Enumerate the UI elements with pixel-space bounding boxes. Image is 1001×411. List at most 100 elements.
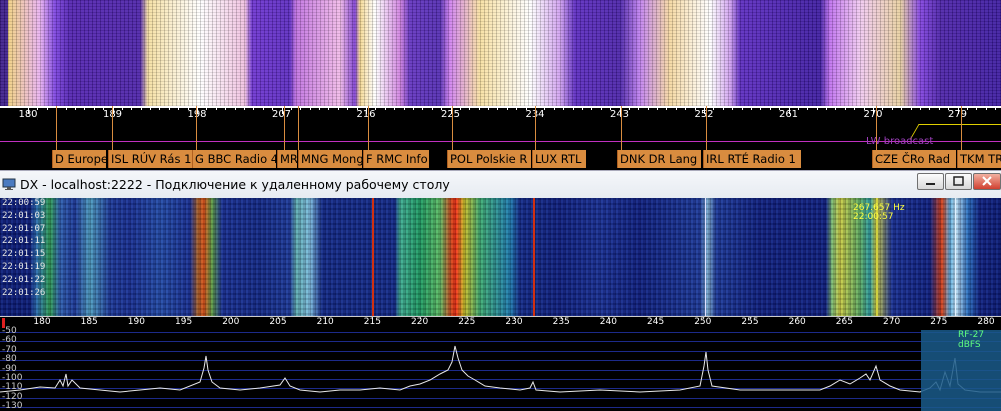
scale-minor-tick	[422, 106, 424, 110]
scale-tick-label: 279	[947, 109, 968, 120]
station-tag[interactable]: D Europe	[52, 150, 106, 168]
carrier-line	[705, 198, 706, 316]
scale-tick-label: 255	[741, 317, 759, 327]
scale-minor-tick	[328, 106, 330, 110]
top-waterfall[interactable]	[0, 0, 1001, 106]
scale-minor-tick	[722, 106, 724, 110]
remote-desktop-icon	[2, 178, 16, 190]
timestamp-label: 22:01:26	[2, 287, 46, 298]
scale-minor-tick	[685, 106, 687, 110]
scale-minor-tick	[741, 106, 743, 110]
scale-minor-tick	[816, 106, 818, 110]
scale-minor-tick	[497, 106, 499, 110]
station-marker-line	[368, 106, 369, 150]
scale-minor-tick	[901, 106, 903, 110]
minimize-button[interactable]	[917, 173, 944, 190]
station-tag[interactable]: ISL RÚV Rás 1	[108, 150, 192, 168]
db-label: -130	[2, 401, 23, 411]
scale-tick-label: 225	[458, 317, 476, 327]
scale-minor-tick	[544, 106, 546, 110]
scale-minor-tick	[403, 106, 405, 110]
scale-minor-tick	[929, 106, 931, 110]
scale-minor-tick	[506, 106, 508, 110]
station-marker-line	[112, 106, 113, 150]
lw-band-marker	[0, 141, 1001, 142]
station-tag[interactable]: MNG Mong	[298, 150, 362, 168]
scale-minor-tick	[74, 106, 76, 110]
spectrum-plot[interactable]	[0, 330, 1001, 411]
carrier-line	[533, 198, 535, 316]
scale-minor-tick	[647, 106, 649, 110]
timestamp-label: 22:01:11	[2, 236, 46, 247]
scale-minor-tick	[910, 106, 912, 110]
scale-minor-tick	[628, 106, 630, 110]
scale-minor-tick	[215, 106, 217, 110]
scale-tick-label: 225	[440, 109, 461, 120]
scale-minor-tick	[431, 106, 433, 110]
scale-minor-tick	[600, 106, 602, 110]
scale-tick-label: 270	[863, 109, 883, 120]
scale-minor-tick	[168, 106, 170, 110]
station-tag[interactable]: TKM TR	[957, 150, 1001, 168]
top-frequency-scale[interactable]: 180189198207216225234243252261270279	[0, 106, 1001, 150]
scale-minor-tick	[966, 106, 968, 110]
scale-minor-tick	[826, 106, 828, 110]
waterfall-noise-rows	[0, 198, 1001, 316]
timestamp-label: 22:00:59	[2, 198, 46, 208]
scale-minor-tick	[337, 106, 339, 110]
scale-tick-label: 230	[505, 317, 523, 327]
scale-minor-tick	[37, 106, 39, 110]
station-tag[interactable]: LUX RTL	[532, 150, 586, 168]
scale-tick-label: 180	[33, 317, 51, 327]
scale-minor-tick	[225, 106, 227, 110]
scale-minor-tick	[976, 106, 978, 110]
scale-minor-tick	[84, 106, 86, 110]
scale-minor-tick	[666, 106, 668, 110]
scale-minor-tick	[262, 106, 264, 110]
close-button[interactable]	[973, 173, 1001, 190]
scale-minor-tick	[553, 106, 555, 110]
scale-minor-tick	[375, 106, 377, 110]
station-tag[interactable]: F RMC Info	[363, 150, 429, 168]
carrier-line	[372, 198, 374, 316]
station-labels: D Europe ISL RÚV Rás 1G BBC Radio 4 MR MNG …	[0, 150, 1001, 169]
scale-tick-label: 261	[778, 109, 799, 120]
timestamp-label: 22:01:15	[2, 249, 46, 260]
scale-minor-tick	[46, 106, 48, 110]
scale-minor-tick	[469, 106, 471, 110]
window-titlebar[interactable]: DX - localhost:2222 - Подключение к удал…	[0, 170, 1001, 199]
scale-tick-label: 185	[80, 317, 98, 327]
scale-minor-tick	[835, 106, 837, 110]
station-tag[interactable]: IRL RTÉ Radio 1	[703, 150, 801, 168]
station-marker-line	[284, 106, 285, 150]
scale-tick-label: 265	[835, 317, 853, 327]
scale-minor-tick	[300, 106, 302, 110]
scale-minor-tick	[854, 106, 856, 110]
restore-button[interactable]	[945, 173, 972, 190]
scale-minor-tick	[657, 106, 659, 110]
scale-tick-label: 270	[883, 317, 901, 327]
scale-tick-label: 243	[609, 109, 630, 120]
spectrum-trace	[0, 345, 1001, 393]
station-tag[interactable]: POL Polskie R	[447, 150, 531, 168]
station-tag[interactable]: MR	[277, 150, 297, 168]
station-tag[interactable]: DNK DR Lang	[617, 150, 701, 168]
scale-minor-tick	[807, 106, 809, 110]
station-marker-line	[535, 106, 536, 150]
scale-minor-tick	[675, 106, 677, 110]
scale-minor-tick	[243, 106, 245, 110]
scale-tick-label: 260	[788, 317, 806, 327]
scale-minor-tick	[769, 106, 771, 110]
scale-minor-tick	[253, 106, 255, 110]
scale-tick-label: 280	[977, 317, 995, 327]
scale-minor-tick	[985, 106, 987, 110]
bottom-frequency-scale[interactable]: 180 185 190 195 200 205 210 215 220 225 230 235 240 2…	[0, 316, 1001, 330]
scale-tick-label: 240	[599, 317, 617, 327]
scale-minor-tick	[919, 106, 921, 110]
station-tag[interactable]: G BBC Radio 4	[192, 150, 276, 168]
bottom-waterfall[interactable]	[0, 198, 1001, 316]
station-tag[interactable]: CZE ČRo Rad	[872, 150, 956, 168]
scale-tick-label: 180	[18, 109, 38, 120]
scale-tick-label: 216	[356, 109, 376, 120]
popup-time: 22:00:57	[853, 212, 894, 222]
